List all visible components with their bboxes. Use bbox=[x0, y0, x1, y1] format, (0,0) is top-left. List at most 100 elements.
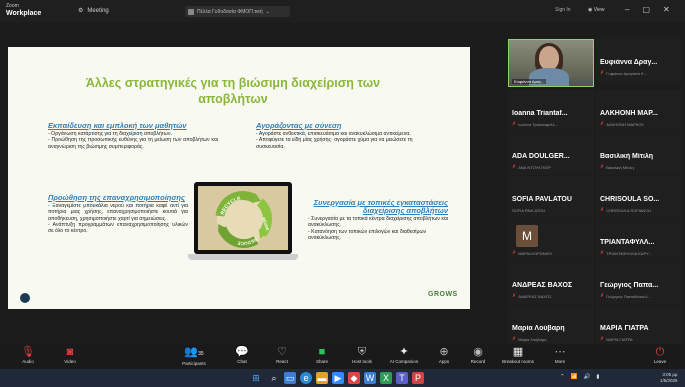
participant-sub-name: ΜΑΡΙΑ ΚΟΡΩΝΙΟΥ bbox=[518, 250, 553, 256]
share-button[interactable]: ■ Share bbox=[302, 346, 342, 364]
video-label: Video bbox=[64, 359, 76, 364]
mic-muted-icon: ✗ bbox=[512, 121, 517, 127]
participant-tile[interactable]: ΤΡΙΑΝΤΑΦΥΛΛ... ✗ ΤΡΙΑΝΤΑΦΥΛΛΙΑ ΚΑΡΥ... bbox=[596, 219, 682, 261]
participant-tile[interactable]: Γεώργιος Παπα... ✗ Γεώργιος Παπαδόπουλ... bbox=[596, 262, 682, 304]
section-heading: Εκπαίδευση και εμπλοκή των μαθητών bbox=[48, 121, 187, 130]
participant-sub-name: ΑΛΚΗΟΝΗ ΜΑΡΚΟΥ bbox=[606, 121, 644, 127]
audio-button[interactable]: 🎙 Audio bbox=[8, 346, 48, 364]
minimize-button[interactable]: – bbox=[625, 5, 629, 14]
laptop-screen: RECYCLE REUSE REDUCE bbox=[194, 182, 292, 254]
excel-icon[interactable]: X bbox=[380, 372, 392, 384]
react-icon: ♡ bbox=[277, 346, 287, 358]
leave-icon: ⏻ bbox=[655, 346, 665, 358]
share-label: Πέλλα Γυδοδασία ΦΜΟΠ.τική bbox=[197, 8, 263, 15]
participant-sub-name: Βασιλική Μίτιλη bbox=[606, 164, 634, 170]
section-line: - Προώθηση της προσωπικής ευθύνης για τη… bbox=[48, 137, 218, 150]
mic-muted-icon: 🎙 bbox=[21, 346, 35, 358]
participant-name: ΑΝΔΡΕΑΣ ΒΑΧΟΣ bbox=[512, 282, 573, 289]
close-button[interactable]: ✕ bbox=[663, 5, 670, 14]
host-tools-button[interactable]: ⛨ Host tools bbox=[342, 346, 382, 364]
section-line: - Ξαναγεμίστε μπουκάλια νερού και ποτήρι… bbox=[48, 203, 188, 222]
participant-name: ΤΡΙΑΝΤΑΦΥΛΛ... bbox=[600, 239, 655, 246]
windows-start-icon[interactable]: ⊞ bbox=[250, 372, 262, 384]
section-heading: Συνεργασία με τοπικές εγκαταστάσεις διαχ… bbox=[313, 198, 448, 215]
mic-muted-icon: ✗ bbox=[600, 70, 605, 76]
react-button[interactable]: ♡ React bbox=[262, 346, 302, 364]
react-label: React bbox=[276, 359, 288, 364]
slide-section-education: Εκπαίδευση και εμπλοκή των μαθητών - Οργ… bbox=[48, 122, 218, 150]
participant-subtitle: ✗ ΤΡΙΑΝΤΑΦΥΛΛΙΑ ΚΑΡΥ... bbox=[600, 250, 680, 256]
participant-name: CHRISOULA SO... bbox=[600, 196, 660, 203]
participant-subtitle: ✗ ΜΑΡΙΑ ΓΙΑΤΡΑ bbox=[600, 336, 680, 342]
leave-button[interactable]: ⏻ Leave bbox=[640, 346, 680, 364]
video-button[interactable]: ◙ Video bbox=[50, 346, 90, 364]
app-icon[interactable]: ◆ bbox=[348, 372, 360, 384]
wifi-icon[interactable]: 📶 bbox=[571, 374, 578, 380]
project-logo-icon bbox=[20, 293, 30, 303]
powerpoint-icon[interactable]: P bbox=[412, 372, 424, 384]
zoom-icon[interactable]: ▶ bbox=[332, 372, 344, 384]
breakout-rooms-button[interactable]: ▦ Breakout rooms bbox=[498, 346, 538, 364]
participant-tile[interactable]: Ioanna Triantaf... ✗ Ιωάννα Τριανταφυλλ..… bbox=[508, 90, 594, 132]
record-icon: ◉ bbox=[473, 346, 483, 358]
participant-name: Μαρία Λούβαρη bbox=[512, 325, 565, 332]
participants-gallery: Ευφιάννα Δραγ... Ευφιάννα Δραγ... ✗ Γυφιά… bbox=[508, 35, 685, 347]
participant-tile[interactable]: ΑΛΚΗΟΝΗ ΜΑΡ... ✗ ΑΛΚΗΟΝΗ ΜΑΡΚΟΥ bbox=[596, 90, 682, 132]
participant-sub-name: Γυφιάννα Δραγάσα Κ... bbox=[606, 70, 648, 76]
participant-tile[interactable]: Βασιλική Μίτιλη ✗ Βασιλική Μίτιλη bbox=[596, 133, 682, 175]
participant-face bbox=[539, 46, 559, 70]
record-button[interactable]: ◉ Record bbox=[458, 346, 498, 364]
view-button[interactable]: ◉ View bbox=[588, 7, 605, 13]
teams-icon[interactable]: T bbox=[396, 372, 408, 384]
participant-tile[interactable]: Ευφιάννα Δραγ... ✗ Γυφιάννα Δραγάσα Κ... bbox=[596, 39, 682, 81]
participant-tile[interactable]: Μαρία Λούβαρη ✗ Μαρία Λούβαρη bbox=[508, 305, 594, 347]
search-icon[interactable]: ⌕ bbox=[268, 372, 280, 384]
participant-tile[interactable]: ADA DOULGER... ✗ ΑΝΑ ΝΤΟΥΛΓΚΕΡ bbox=[508, 133, 594, 175]
title-bar: Zoom Workplace ⚙ Meeting Πέλλα Γυδοδασία… bbox=[0, 0, 685, 22]
mic-muted-icon: ✗ bbox=[600, 293, 605, 299]
mic-muted-icon: ✗ bbox=[600, 250, 605, 256]
speaker-icon[interactable]: 🔊 bbox=[583, 374, 590, 380]
participant-tile[interactable]: CHRISOULA SO... ✗ CHRISOULA SOFIANOU bbox=[596, 176, 682, 218]
task-view-icon[interactable]: ▭ bbox=[284, 372, 296, 384]
participant-tile[interactable]: ΜΑΡΙΑ ΓΙΑΤΡΑ ✗ ΜΑΡΙΑ ΓΙΑΤΡΑ bbox=[596, 305, 682, 347]
word-icon[interactable]: W bbox=[364, 372, 376, 384]
slide-section-reuse: Προώθηση της επαναχρησιμοποίησης - Ξαναγ… bbox=[48, 194, 188, 235]
more-button[interactable]: ⋯ More bbox=[540, 346, 580, 364]
participant-subtitle: ✗ ΑΝΑ ΝΤΟΥΛΓΚΕΡ bbox=[512, 164, 592, 170]
participant-subtitle: ✗ ΑΝΔΡΕΑΣ ΒΑΧΟΣ bbox=[512, 293, 592, 299]
clock[interactable]: 3:05 μμ 1/5/2025 bbox=[660, 372, 678, 384]
host-tools-label: Host tools bbox=[351, 359, 372, 364]
section-line: - Αποφύγετε τα είδη μίας χρήσης· αγοράστ… bbox=[256, 137, 413, 150]
edge-icon[interactable]: e bbox=[300, 372, 312, 384]
sign-in-link[interactable]: Sign In bbox=[555, 7, 571, 13]
participant-tile[interactable]: ΑΝΔΡΕΑΣ ΒΑΧΟΣ ✗ ΑΝΔΡΕΑΣ ΒΑΧΟΣ bbox=[508, 262, 594, 304]
windows-taskbar: ⊞ ⌕ ▭ e ▬ ▶ ◆ W X T P ⌃ 📶 🔊 ▮ 3:05 μμ 1/… bbox=[0, 369, 685, 387]
chevron-up-icon[interactable]: ⌃ bbox=[560, 374, 565, 380]
participant-subtitle: SOFIA PAVLATOU bbox=[512, 208, 592, 213]
mic-muted-icon: ✗ bbox=[512, 164, 517, 170]
ai-companion-button[interactable]: ✦ AI Companion bbox=[384, 346, 424, 364]
shared-slide: Άλλες στρατηγικές για τη βιώσιμη διαχείρ… bbox=[8, 47, 470, 309]
meeting-control[interactable]: ⚙ Meeting bbox=[78, 7, 109, 15]
screen-share-icon bbox=[188, 8, 194, 15]
video-off-icon: ◙ bbox=[66, 346, 74, 358]
participant-name: ΑΛΚΗΟΝΗ ΜΑΡ... bbox=[600, 110, 658, 117]
meeting-toolbar: 🎙 Audio ◙ Video 👥35 Participants 💬 Chat … bbox=[0, 344, 685, 369]
leave-label: Leave bbox=[653, 359, 667, 364]
screen-share-indicator[interactable]: Πέλλα Γυδοδασία ΦΜΟΠ.τική ⌄ bbox=[185, 6, 290, 17]
view-icon: ◉ bbox=[588, 7, 593, 13]
more-icon: ⋯ bbox=[554, 346, 566, 358]
chat-icon: 💬 bbox=[235, 346, 249, 358]
app-title: Zoom Workplace bbox=[6, 3, 41, 17]
participants-button[interactable]: 👥35 Participants bbox=[174, 346, 214, 366]
battery-icon[interactable]: ▮ bbox=[596, 374, 599, 380]
participant-sub-name: ΑΝΑ ΝΤΟΥΛΓΚΕΡ bbox=[518, 164, 551, 170]
file-explorer-icon[interactable]: ▬ bbox=[316, 372, 328, 384]
participant-body bbox=[529, 68, 569, 86]
participant-tile[interactable]: SOFIA PAVLATOU SOFIA PAVLATOU bbox=[508, 176, 594, 218]
chat-button[interactable]: 💬 Chat bbox=[222, 346, 262, 364]
participant-video-tile[interactable]: Ευφιάννα Δραγ... bbox=[508, 39, 594, 87]
maximize-button[interactable]: ▢ bbox=[642, 5, 650, 14]
participant-tile[interactable]: M ✗ ΜΑΡΙΑ ΚΟΡΩΝΙΟΥ bbox=[508, 219, 594, 261]
